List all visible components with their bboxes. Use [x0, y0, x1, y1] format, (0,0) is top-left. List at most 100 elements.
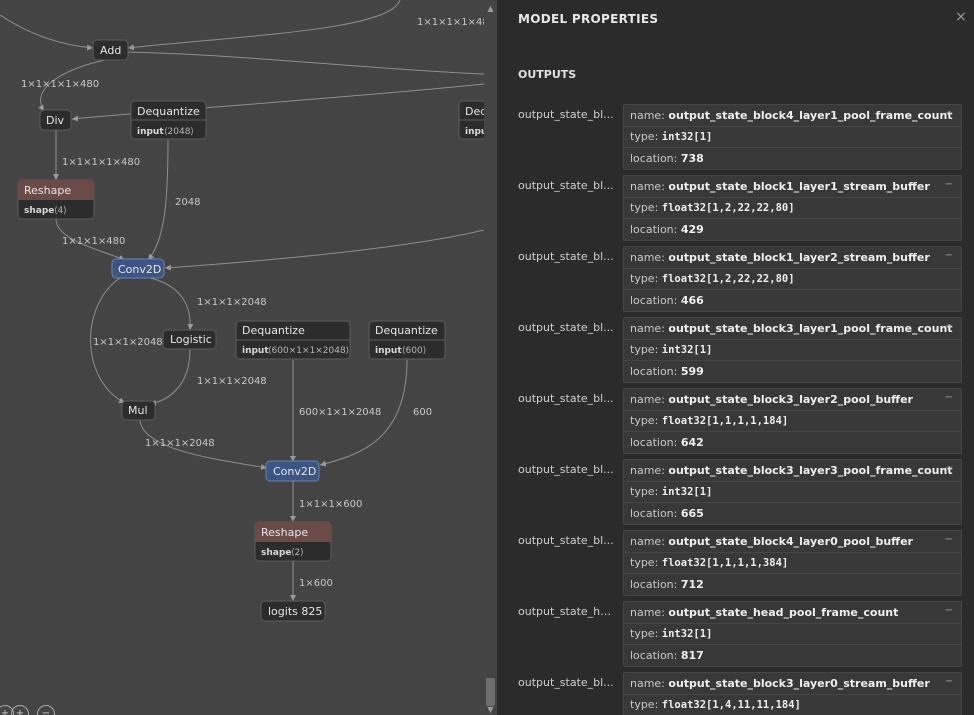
edge-label: 2048 — [175, 197, 200, 208]
model-properties-panel: MODEL PROPERTIES × OUTPUTS output_state_… — [497, 0, 974, 715]
output-name: name: output_state_block4_layer1_pool_fr… — [630, 109, 953, 122]
output-label: output_state_bl... — [518, 392, 614, 405]
node-label: Add — [100, 44, 121, 57]
edge-right-to-conv — [164, 229, 484, 271]
output-name: name: output_state_block3_layer1_pool_fr… — [630, 322, 953, 335]
edge-logistic-to-mul — [149, 348, 191, 406]
output-location: location: 429 — [630, 223, 704, 236]
node-conv2d-1[interactable]: Conv2D — [111, 258, 165, 279]
edge-label: 1×1×1×1×480 — [62, 157, 140, 168]
node-div[interactable]: Div — [39, 109, 72, 131]
scroll-up-arrow-icon[interactable]: ▲ — [486, 5, 495, 13]
node-label: logits 825 — [268, 605, 322, 618]
node-reshape-2[interactable]: Reshape shape ⟨2⟩ — [254, 521, 332, 562]
collapse-icon[interactable]: − — [945, 321, 953, 332]
node-mul[interactable]: Mul — [121, 400, 156, 421]
output-label: output_state_he... — [518, 605, 616, 618]
output-label: output_state_bl... — [518, 250, 614, 263]
collapse-icon[interactable]: − — [945, 534, 953, 545]
output-details[interactable]: name: output_state_block3_layer2_pool_bu… — [623, 388, 962, 454]
node-dequantize-2048[interactable]: Dequantize input ⟨2048⟩ — [130, 100, 207, 140]
node-dequantize-cut[interactable]: Deq inpu — [458, 100, 484, 140]
edge-label: 600×1×1×2048 — [299, 407, 381, 418]
output-name: name: output_state_block3_layer2_pool_bu… — [630, 393, 913, 406]
node-attr-key: shape — [24, 206, 54, 216]
collapse-icon[interactable]: − — [945, 463, 953, 474]
output-location: location: 665 — [630, 507, 704, 520]
edge-label: 1×1×1×480 — [62, 236, 125, 247]
node-attr-key: input — [375, 346, 402, 356]
output-row: output_state_bl... name: output_state_bl… — [497, 530, 974, 598]
node-conv2d-2[interactable]: Conv2D — [265, 460, 320, 482]
node-attr-key: shape — [261, 548, 291, 558]
node-attr-key: input — [137, 127, 164, 137]
node-reshape-4[interactable]: Reshape shape ⟨4⟩ — [17, 179, 95, 220]
output-details[interactable]: name: output_state_block4_layer1_pool_fr… — [623, 104, 962, 170]
output-label: output_state_bl... — [518, 108, 614, 121]
output-type: type: int32[1] — [630, 343, 713, 356]
output-details[interactable]: name: output_state_block4_layer0_pool_bu… — [623, 530, 962, 596]
edge-label: 1×1×1×2048 — [145, 438, 215, 449]
output-name: name: output_state_block4_layer0_pool_bu… — [630, 535, 913, 548]
edge-label: 1×1×1×2048 — [197, 297, 267, 308]
output-label: output_state_bl... — [518, 463, 614, 476]
collapse-icon[interactable]: − — [945, 605, 953, 616]
edge-label: 1×1×1×1×480 — [417, 17, 484, 28]
output-type: type: int32[1] — [630, 485, 713, 498]
node-attr-value: ⟨600×1×1×2048⟩ — [268, 346, 349, 356]
output-details[interactable]: name: output_state_block1_layer1_stream_… — [623, 175, 962, 241]
node-label: Dequantize — [137, 105, 200, 118]
output-location: location: 466 — [630, 294, 704, 307]
collapse-icon[interactable]: − — [945, 250, 953, 261]
node-label: Mul — [128, 404, 148, 417]
node-logistic[interactable]: Logistic — [162, 329, 217, 350]
node-label: Div — [46, 114, 65, 127]
output-row: output_state_bl... name: output_state_bl… — [497, 459, 974, 527]
output-row: output_state_bl... name: output_state_bl… — [497, 175, 974, 243]
node-add[interactable]: Add — [92, 39, 129, 61]
output-details[interactable]: name: output_state_block3_layer0_stream_… — [623, 672, 962, 715]
close-icon[interactable]: × — [955, 10, 967, 24]
edge-conv-to-logistic — [149, 277, 194, 331]
edge-label: 1×600 — [299, 578, 333, 589]
collapse-icon[interactable]: − — [945, 108, 953, 119]
output-name: name: output_state_block3_layer3_pool_fr… — [630, 464, 953, 477]
node-label: Conv2D — [118, 263, 161, 276]
output-type: type: float32[1,2,22,22,80] — [630, 201, 795, 214]
output-row: output_state_he... name: output_state_he… — [497, 601, 974, 669]
output-details[interactable]: name: output_state_head_pool_frame_count… — [623, 601, 962, 667]
edge-label: 1×1×1×2048 — [93, 337, 163, 348]
edge-add-out-right — [127, 51, 484, 75]
node-attr-value: ⟨4⟩ — [54, 206, 67, 216]
scroll-down-arrow-icon[interactable]: ▼ — [486, 706, 495, 714]
node-dequantize-600[interactable]: Dequantize input ⟨600⟩ — [368, 320, 446, 360]
collapse-icon[interactable]: − — [945, 392, 953, 403]
output-details[interactable]: name: output_state_block3_layer1_pool_fr… — [623, 317, 962, 383]
edge-label: 1×1×1×2048 — [197, 376, 267, 387]
output-type: type: int32[1] — [630, 130, 713, 143]
output-label: output_state_bl... — [518, 321, 614, 334]
node-attr-value: ⟨2048⟩ — [164, 127, 194, 137]
node-label: Conv2D — [273, 465, 316, 478]
node-label: Logistic — [170, 333, 212, 346]
output-name: name: output_state_block3_layer0_stream_… — [630, 677, 930, 690]
output-type: type: float32[1,4,11,11,184] — [630, 698, 801, 711]
node-logits-output[interactable]: logits 825 — [260, 600, 326, 622]
graph-canvas[interactable]: 1×1×1×1×480 1×1×1×1×480 1×1×1×1×480 2048… — [0, 0, 484, 715]
graph-svg: 1×1×1×1×480 1×1×1×1×480 1×1×1×1×480 2048… — [0, 0, 484, 622]
node-dequantize-600x1x1x2048[interactable]: Dequantize input ⟨600×1×1×2048⟩ — [235, 320, 351, 360]
output-details[interactable]: name: output_state_block3_layer3_pool_fr… — [623, 459, 962, 525]
node-label: Deq — [465, 105, 484, 118]
output-location: location: 599 — [630, 365, 704, 378]
collapse-icon[interactable]: − — [945, 179, 953, 190]
panel-title: MODEL PROPERTIES — [518, 12, 659, 26]
output-name: name: output_state_head_pool_frame_count — [630, 606, 899, 619]
scrollbar-thumb[interactable] — [486, 678, 495, 706]
output-details[interactable]: name: output_state_block1_layer2_stream_… — [623, 246, 962, 312]
output-location: location: 642 — [630, 436, 704, 449]
collapse-icon[interactable]: − — [945, 676, 953, 687]
node-attr-key: input — [242, 346, 269, 356]
graph-scrollbar[interactable]: ▲ ▼ — [484, 0, 497, 715]
output-row: output_state_bl... name: output_state_bl… — [497, 104, 974, 172]
output-label: output_state_bl... — [518, 534, 614, 547]
